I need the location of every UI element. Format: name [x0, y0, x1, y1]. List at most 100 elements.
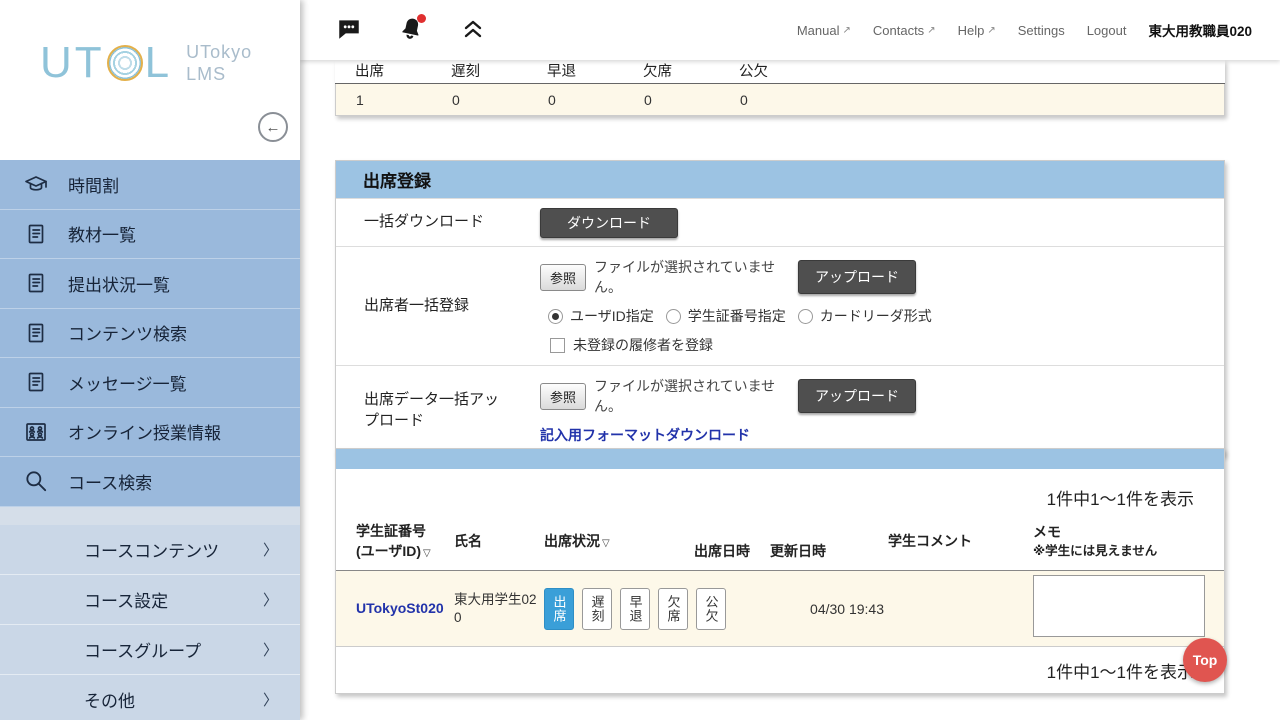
manual-link[interactable]: Manual ↗	[797, 23, 851, 38]
radio-card-reader[interactable]: カードリーダ形式	[798, 306, 932, 326]
menu-spacer	[0, 507, 300, 525]
sidebar-item-content-search[interactable]: コンテンツ検索	[0, 309, 300, 359]
summary-value: 0	[644, 92, 740, 108]
sidebar-item-submissions[interactable]: 提出状況一覧	[0, 259, 300, 309]
sidebar-item-course-settings[interactable]: コース設定 〉	[0, 575, 300, 625]
sidebar-item-label: 時間割	[68, 172, 119, 197]
student-table-row: UTokyoSt020 東大用学生020 出席 遅刻 早退 欠席 公欠 04/3…	[336, 571, 1224, 647]
no-file-selected-text: ファイルが選択されていません。	[594, 257, 798, 297]
upload-button[interactable]: アップロード	[798, 260, 916, 294]
student-attendance-panel: 1件中1〜1件を表示 学生証番号 (ユーザID)▽ 氏名 出席状況▽ 出席日時 …	[335, 448, 1225, 694]
sidebar-item-others[interactable]: その他 〉	[0, 675, 300, 720]
attendance-data-upload-label: 出席データ一括アップロード	[336, 366, 540, 455]
scroll-to-top-button[interactable]: Top	[1183, 638, 1227, 682]
logo-ring-icon	[107, 45, 143, 81]
people-grid-icon	[20, 418, 52, 446]
header-student-comment: 学生コメント	[888, 532, 1033, 552]
summary-value: 0	[740, 92, 836, 108]
collapse-sidebar-button[interactable]: ←	[258, 112, 288, 142]
header-update-time: 更新日時	[770, 542, 888, 562]
logo-subtitle: UTokyo LMS	[186, 41, 252, 86]
messages-button[interactable]	[332, 13, 366, 47]
document-icon	[20, 269, 52, 297]
status-button-group: 出席 遅刻 早退 欠席 公欠	[544, 588, 694, 630]
status-early-leave-button[interactable]: 早退	[620, 588, 650, 630]
sidebar-item-label: 提出状況一覧	[68, 271, 170, 296]
document-icon	[20, 368, 52, 396]
summary-value: 0	[452, 92, 548, 108]
checkbox-icon	[550, 338, 565, 353]
search-icon	[20, 467, 52, 495]
student-id-link[interactable]: UTokyoSt020	[356, 600, 444, 616]
attendance-summary-table: 出席 遅刻 早退 欠席 公欠 1 0 0 0 0	[335, 60, 1225, 116]
format-download-link[interactable]: 記入用フォーマットダウンロード	[540, 427, 750, 443]
sidebar-item-label: オンライン授業情報	[68, 419, 221, 444]
result-count-text: 1件中1〜1件を表示	[336, 469, 1224, 512]
download-button[interactable]: ダウンロード	[540, 208, 678, 238]
sidebar-item-label: 教材一覧	[68, 221, 136, 246]
help-link[interactable]: Help ↗	[958, 23, 996, 38]
chevron-right-icon: 〉	[263, 689, 278, 710]
summary-value: 0	[548, 92, 644, 108]
main-content: 出席 遅刻 早退 欠席 公欠 1 0 0 0 0 出席登録 一括ダウンロード ダ…	[300, 60, 1280, 720]
header-name: 氏名	[454, 532, 544, 552]
sidebar-item-messages[interactable]: メッセージ一覧	[0, 358, 300, 408]
attendee-bulk-register-label: 出席者一括登録	[336, 247, 540, 365]
external-link-icon: ↗	[842, 25, 850, 36]
radio-button-icon	[666, 309, 681, 324]
summary-header: 遅刻	[451, 60, 547, 81]
summary-value: 1	[356, 92, 452, 108]
collapse-header-button[interactable]	[456, 13, 490, 47]
sort-icon: ▽	[423, 548, 431, 559]
summary-header: 公欠	[739, 60, 835, 81]
header-status[interactable]: 出席状況▽	[544, 532, 694, 552]
radio-user-id[interactable]: ユーザID指定	[548, 306, 654, 326]
sidebar-item-timetable[interactable]: 時間割	[0, 160, 300, 210]
header-memo: メモ ※学生には見えません	[1033, 523, 1226, 560]
sidebar-item-label: その他	[84, 687, 135, 712]
sidebar-item-materials[interactable]: 教材一覧	[0, 210, 300, 260]
panel-title: 出席登録	[336, 161, 1224, 198]
upload-button[interactable]: アップロード	[798, 379, 916, 413]
student-table-header: 学生証番号 (ユーザID)▽ 氏名 出席状況▽ 出席日時 更新日時 学生コメント…	[336, 512, 1224, 571]
double-chevron-up-icon	[461, 16, 485, 45]
utol-logo: UTL	[40, 38, 172, 88]
logout-link[interactable]: Logout	[1087, 23, 1127, 38]
sidebar-item-course-search[interactable]: コース検索	[0, 457, 300, 507]
chat-icon	[334, 16, 364, 45]
student-name: 東大用学生020	[454, 591, 544, 626]
logo-text: UT	[40, 38, 105, 88]
sidebar-item-course-group[interactable]: コースグループ 〉	[0, 625, 300, 675]
settings-link[interactable]: Settings	[1018, 23, 1065, 38]
document-icon	[20, 319, 52, 347]
sidebar-item-label: コースコンテンツ	[84, 537, 219, 562]
status-present-button[interactable]: 出席	[544, 588, 574, 630]
attendance-registration-panel: 出席登録 一括ダウンロード ダウンロード 出席者一括登録 参照 ファイルが選択さ…	[335, 160, 1225, 456]
contacts-link[interactable]: Contacts ↗	[873, 23, 936, 38]
browse-button[interactable]: 参照	[540, 264, 586, 291]
sidebar-item-course-contents[interactable]: コースコンテンツ 〉	[0, 525, 300, 575]
summary-header: 欠席	[643, 60, 739, 81]
summary-header: 早退	[547, 60, 643, 81]
status-absent-button[interactable]: 欠席	[658, 588, 688, 630]
external-link-icon: ↗	[987, 25, 995, 36]
sort-icon: ▽	[602, 538, 610, 549]
register-unregistered-checkbox[interactable]: 未登録の履修者を登録	[540, 335, 1224, 355]
status-excused-button[interactable]: 公欠	[696, 588, 726, 630]
sidebar-menu: 時間割 教材一覧 提出状況一覧 コンテンツ検索 メッセージ一覧	[0, 160, 300, 720]
header-attend-time: 出席日時	[694, 542, 770, 562]
chevron-right-icon: 〉	[263, 539, 278, 560]
radio-button-icon	[798, 309, 813, 324]
header-student-id[interactable]: 学生証番号 (ユーザID)▽	[336, 522, 454, 561]
browse-button[interactable]: 参照	[540, 383, 586, 410]
sidebar-item-online-class-info[interactable]: オンライン授業情報	[0, 408, 300, 458]
notifications-button[interactable]	[394, 13, 428, 47]
panel-strip	[336, 449, 1224, 469]
logo-area: UTL UTokyo LMS ←	[0, 0, 300, 160]
topbar: Manual ↗ Contacts ↗ Help ↗ Settings Logo…	[300, 0, 1280, 60]
sidebar-item-label: コースグループ	[84, 637, 201, 662]
status-late-button[interactable]: 遅刻	[582, 588, 612, 630]
notification-badge-dot	[417, 14, 426, 23]
radio-student-card-number[interactable]: 学生証番号指定	[666, 306, 786, 326]
memo-textarea[interactable]	[1033, 575, 1205, 637]
